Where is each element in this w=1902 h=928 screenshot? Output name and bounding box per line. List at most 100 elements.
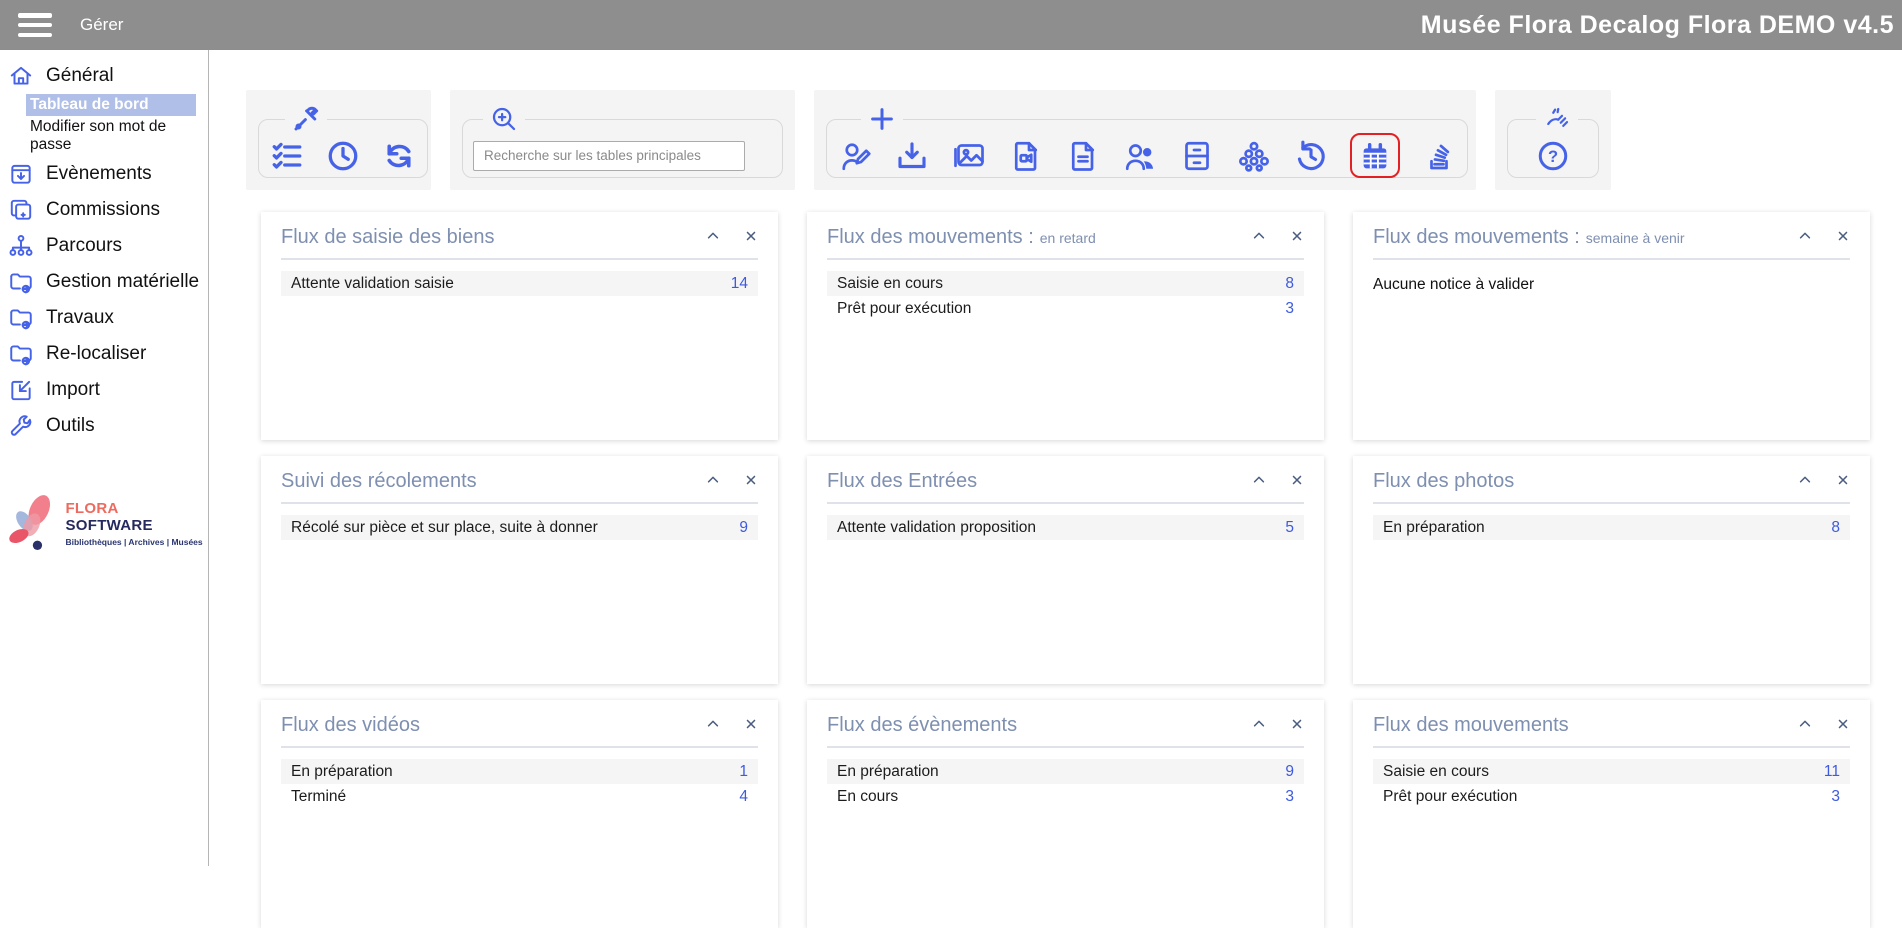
sidebar-item-gestion-materielle[interactable]: Gestion matérielle	[0, 264, 208, 300]
sitemap-icon	[8, 233, 34, 259]
collapse-icon[interactable]	[1798, 229, 1812, 243]
row-count[interactable]: 8	[1285, 275, 1294, 293]
cabinet-icon[interactable]	[1179, 138, 1215, 174]
images-icon[interactable]	[951, 138, 987, 174]
menu-label[interactable]: Gérer	[80, 15, 123, 35]
row-count[interactable]: 4	[739, 788, 748, 806]
card-row[interactable]: Attente validation saisie 14	[281, 271, 758, 296]
card-flux-entrees: Flux des Entrées Attente validation prop…	[807, 456, 1324, 684]
card-flux-evenements: Flux des évènements En préparation 9 En …	[807, 700, 1324, 928]
brand-tagline: Bibliothèques | Archives | Musées	[65, 537, 204, 547]
card-flux-photos: Flux des photos En préparation 8	[1353, 456, 1870, 684]
collapse-icon[interactable]	[1798, 717, 1812, 731]
close-icon[interactable]	[1836, 473, 1850, 487]
card-mouvements-en-retard: Flux des mouvements :en retard Saisie en…	[807, 212, 1324, 440]
toolbar-group-create	[814, 90, 1476, 190]
cluster-icon[interactable]	[1236, 138, 1272, 174]
zoom-plus-icon[interactable]	[489, 104, 519, 134]
close-icon[interactable]	[1290, 473, 1304, 487]
flora-software-logo: FLORA SOFTWARE Bibliothèques | Archives …	[4, 490, 204, 556]
hamburger-menu-icon[interactable]	[18, 13, 52, 37]
card-row[interactable]: Attente validation proposition 5	[827, 515, 1304, 540]
collapse-icon[interactable]	[706, 473, 720, 487]
sidebar-item-evenements[interactable]: Evènements	[0, 156, 208, 192]
checklist-icon[interactable]	[269, 138, 305, 174]
import-tray-icon[interactable]	[894, 138, 930, 174]
gesture-icon	[1542, 104, 1572, 134]
close-icon[interactable]	[1836, 229, 1850, 243]
card-flux-saisie-biens: Flux de saisie des biens Attente validat…	[261, 212, 778, 440]
document-icon[interactable]	[1065, 138, 1101, 174]
collapse-icon[interactable]	[706, 717, 720, 731]
close-icon[interactable]	[1290, 717, 1304, 731]
collapse-icon[interactable]	[706, 229, 720, 243]
card-row[interactable]: En préparation 9	[827, 759, 1304, 784]
archive-box-icon	[8, 161, 34, 187]
search-input[interactable]	[473, 141, 745, 171]
stack-icon[interactable]	[1421, 138, 1457, 174]
person-write-icon[interactable]	[837, 138, 873, 174]
card-row[interactable]: Prêt pour exécution 3	[827, 296, 1304, 321]
card-row[interactable]: Prêt pour exécution 3	[1373, 784, 1850, 809]
close-icon[interactable]	[744, 229, 758, 243]
folders-icon	[8, 197, 34, 223]
row-count[interactable]: 9	[739, 519, 748, 537]
wrench-icon	[8, 413, 34, 439]
flora-petals-icon	[4, 490, 63, 556]
toolbar-group-help: ?	[1495, 90, 1611, 190]
sidebar-item-parcours[interactable]: Parcours	[0, 228, 208, 264]
sidebar-item-tableau-de-bord[interactable]: Tableau de bord	[26, 94, 196, 116]
card-suivi-recolements: Suivi des récolements Récolé sur pièce e…	[261, 456, 778, 684]
row-count[interactable]: 3	[1831, 788, 1840, 806]
sidebar-item-re-localiser[interactable]: Re-localiser	[0, 336, 208, 372]
close-icon[interactable]	[744, 717, 758, 731]
close-icon[interactable]	[1836, 717, 1850, 731]
tools-icon[interactable]	[291, 104, 321, 134]
row-count[interactable]: 5	[1285, 519, 1294, 537]
plus-icon[interactable]	[867, 104, 897, 134]
row-count[interactable]: 11	[1824, 763, 1840, 781]
toolbar-group-search	[450, 90, 795, 190]
folder-globe-icon	[8, 269, 34, 295]
sidebar-item-commissions[interactable]: Commissions	[0, 192, 208, 228]
row-count[interactable]: 8	[1831, 519, 1840, 537]
card-flux-mouvements: Flux des mouvements Saisie en cours 11 P…	[1353, 700, 1870, 928]
row-count[interactable]: 9	[1285, 763, 1294, 781]
row-count[interactable]: 1	[739, 763, 748, 781]
collapse-icon[interactable]	[1252, 229, 1266, 243]
clock-icon[interactable]	[325, 138, 361, 174]
sidebar-item-modifier-mot-de-passe[interactable]: Modifier son mot de passe	[26, 116, 208, 156]
sidebar-item-travaux[interactable]: Travaux	[0, 300, 208, 336]
sidebar-item-import[interactable]: Import	[0, 372, 208, 408]
refresh-icon[interactable]	[381, 138, 417, 174]
folder-globe-icon	[8, 341, 34, 367]
brand-software: SOFTWARE	[65, 517, 152, 534]
question-circle-icon[interactable]: ?	[1535, 138, 1571, 174]
card-row[interactable]: Récolé sur pièce et sur place, suite à d…	[281, 515, 758, 540]
card-row[interactable]: En préparation 8	[1373, 515, 1850, 540]
calendar-icon[interactable]	[1359, 141, 1391, 173]
empty-message: Aucune notice à valider	[1373, 276, 1850, 294]
folder-globe-icon	[8, 305, 34, 331]
card-row[interactable]: Saisie en cours 8	[827, 271, 1304, 296]
card-row[interactable]: Saisie en cours 11	[1373, 759, 1850, 784]
main-content: ? Flux de saisie des biens Attente valid…	[210, 50, 1902, 866]
close-icon[interactable]	[1290, 229, 1304, 243]
sidebar-item-outils[interactable]: Outils	[0, 408, 208, 444]
close-icon[interactable]	[744, 473, 758, 487]
toolbar: ?	[246, 90, 1611, 190]
card-row[interactable]: En cours 3	[827, 784, 1304, 809]
home-icon	[8, 63, 34, 89]
collapse-icon[interactable]	[1252, 473, 1266, 487]
collapse-icon[interactable]	[1252, 717, 1266, 731]
video-file-icon[interactable]	[1008, 138, 1044, 174]
sidebar-item-general[interactable]: Général	[0, 58, 208, 94]
card-row[interactable]: En préparation 1	[281, 759, 758, 784]
card-row[interactable]: Terminé 4	[281, 784, 758, 809]
row-count[interactable]: 3	[1285, 300, 1294, 318]
users-icon[interactable]	[1122, 138, 1158, 174]
collapse-icon[interactable]	[1798, 473, 1812, 487]
row-count[interactable]: 14	[731, 275, 748, 293]
history-icon[interactable]	[1293, 138, 1329, 174]
row-count[interactable]: 3	[1285, 788, 1294, 806]
